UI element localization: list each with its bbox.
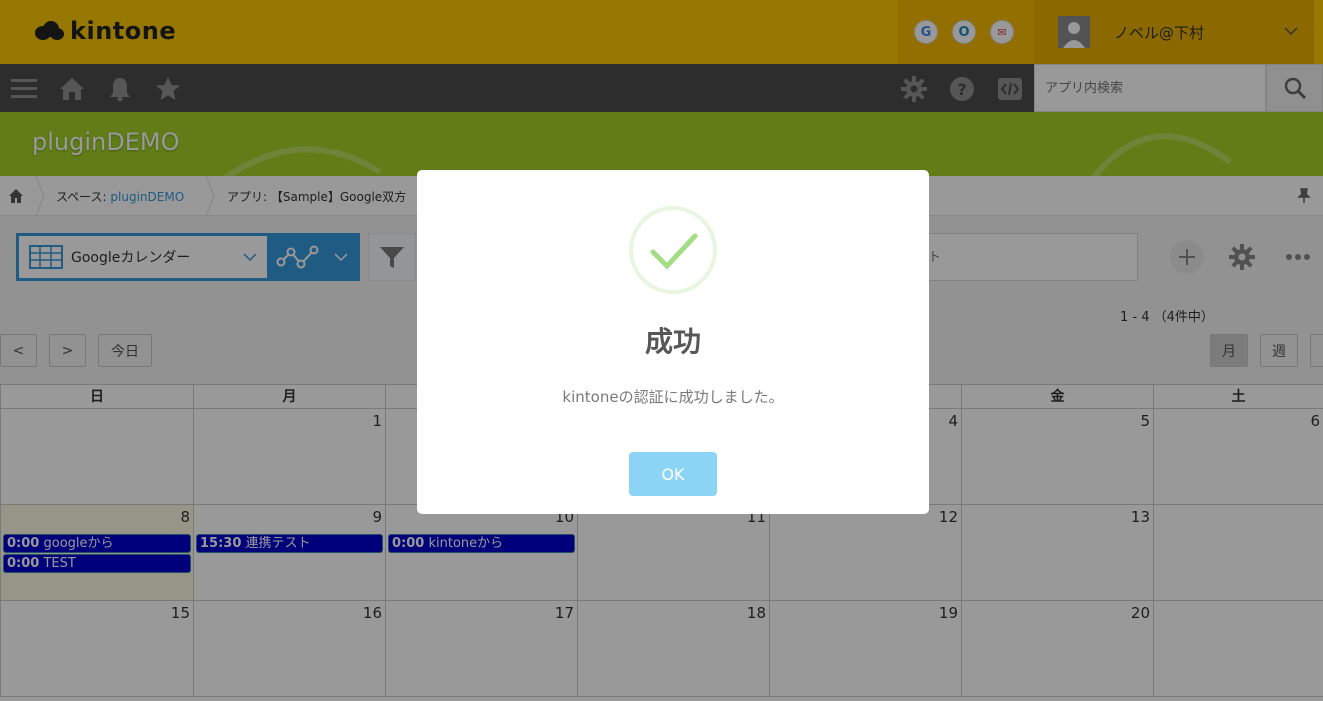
ok-button[interactable]: OK	[629, 452, 717, 496]
success-dialog: 成功 kintoneの認証に成功しました。 OK	[417, 170, 929, 514]
checkmark-icon	[650, 233, 698, 270]
success-ring	[629, 206, 717, 294]
dialog-message: kintoneの認証に成功しました。	[562, 388, 784, 406]
dialog-title: 成功	[644, 325, 701, 358]
